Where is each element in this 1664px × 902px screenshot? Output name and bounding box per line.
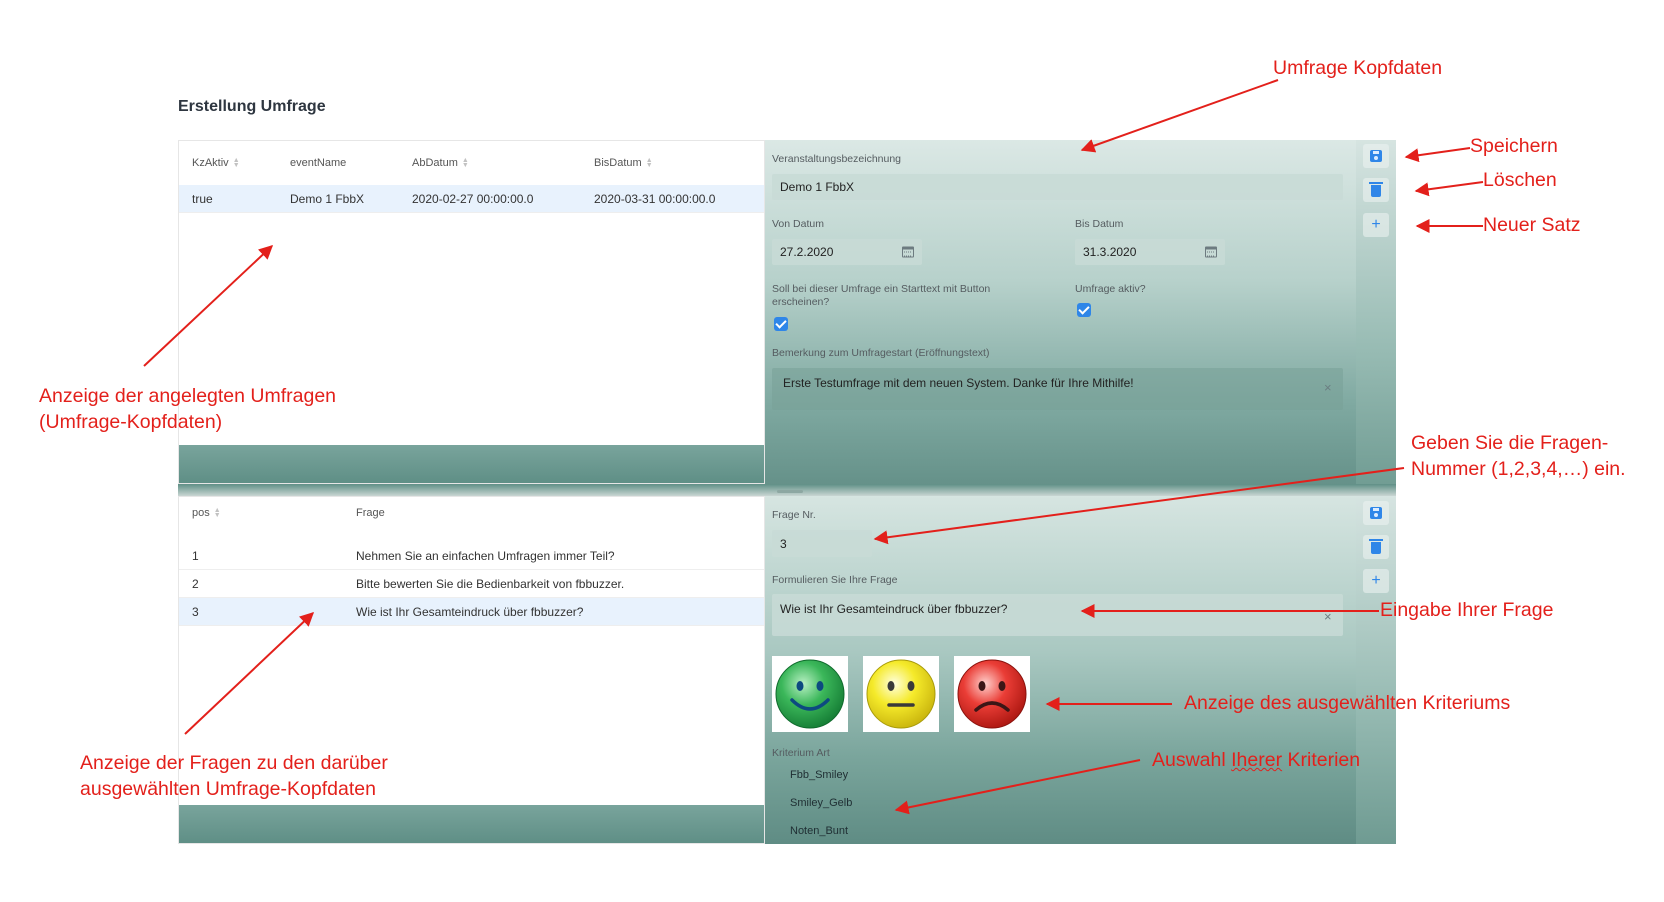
delete-button[interactable] [1363, 535, 1389, 559]
new-record-button[interactable]: + [1363, 569, 1389, 593]
cell-frage: Wie ist Ihr Gesamteindruck über fbbuzzer… [356, 604, 584, 619]
remark-textarea[interactable]: Erste Testumfrage mit dem neuen System. … [772, 368, 1343, 410]
question-nr-label: Frage Nr. [772, 509, 816, 521]
save-icon [1370, 150, 1382, 162]
page-title: Erstellung Umfrage [178, 98, 326, 115]
save-button[interactable] [1363, 144, 1389, 168]
sort-icon[interactable]: ▲ ▼ [646, 157, 653, 169]
sort-icon[interactable]: ▲ ▼ [214, 507, 221, 519]
column-header-frage[interactable]: Frage [356, 507, 385, 519]
annotation-neuer-satz: Neuer Satz [1483, 214, 1581, 236]
new-record-button[interactable]: + [1363, 213, 1389, 237]
happy-smiley-icon [772, 656, 848, 732]
screenshot-stage: Erstellung Umfrage KzAktiv ▲ ▼ eventName A… [0, 0, 1664, 902]
clear-question-icon[interactable]: × [1324, 609, 1332, 624]
question-nr-input[interactable]: 3 [772, 530, 872, 557]
neutral-smiley-icon [863, 656, 939, 732]
column-header-bisdatum[interactable]: BisDatum ▲ ▼ [594, 157, 653, 169]
criteria-option-noten-bunt[interactable]: Noten_Bunt [790, 825, 848, 837]
annotation-anzeige-umfragen: Anzeige der angelegten Umfragen (Umfrage… [39, 385, 337, 433]
question-toolbar: + [1356, 496, 1396, 844]
cell-pos: 1 [192, 548, 199, 563]
event-name-input[interactable]: Demo 1 FbbX [772, 174, 1343, 200]
plus-icon: + [1371, 216, 1381, 233]
trash-icon [1369, 539, 1383, 554]
sort-icon[interactable]: ▲ ▼ [233, 157, 240, 169]
criteria-option-smiley-gelb[interactable]: Smiley_Gelb [790, 797, 852, 809]
annotation-fragen-nummer: Geben Sie die Fragen- Nummer (1,2,3,4,…)… [1411, 432, 1626, 480]
trash-icon [1369, 182, 1383, 197]
survey-table-header: KzAktiv ▲ ▼ eventName AbDatum ▲ ▼ BisDatum ▲ ▼ [179, 157, 764, 177]
sad-smiley-icon [954, 656, 1030, 732]
table-footer [179, 805, 764, 843]
clear-remark-icon[interactable]: × [1324, 380, 1332, 395]
table-row[interactable]: 3 Wie ist Ihr Gesamteindruck über fbbuzz… [179, 598, 764, 626]
survey-toolbar: + [1356, 140, 1396, 492]
survey-form-panel: Veranstaltungsbezeichnung Demo 1 FbbX Vo… [765, 140, 1356, 492]
question-form-panel: Frage Nr. 3 Formulieren Sie Ihre Frage W… [765, 496, 1356, 844]
annotation-kopfdaten: Umfrage Kopfdaten [1273, 57, 1443, 79]
cell-bisdatum: 2020-03-31 00:00:00.0 [594, 191, 716, 206]
annotation-speichern: Speichern [1470, 135, 1558, 157]
sort-icon[interactable]: ▲ ▼ [462, 157, 469, 169]
survey-active-label: Umfrage aktiv? [1075, 283, 1146, 295]
starttext-label: Soll bei dieser Umfrage ein Starttext mi… [772, 283, 991, 308]
criteria-type-label: Kriterium Art [772, 747, 830, 759]
table-row[interactable]: 1 Nehmen Sie an einfachen Umfragen immer… [179, 542, 764, 570]
column-header-pos[interactable]: pos ▲ ▼ [192, 507, 221, 519]
table-footer [179, 445, 764, 483]
arrow-loeschen [1414, 181, 1484, 197]
splitter-handle[interactable] [777, 490, 803, 493]
annotation-anzeige-kriterium: Anzeige des ausgewählten Kriteriums [1184, 692, 1511, 714]
table-row[interactable]: true Demo 1 FbbX 2020-02-27 00:00:00.0 2… [179, 185, 764, 213]
survey-active-checkbox[interactable] [1077, 303, 1091, 317]
annotation-loeschen: Löschen [1483, 169, 1557, 191]
cell-eventname: Demo 1 FbbX [290, 191, 365, 206]
event-name-label: Veranstaltungsbezeichnung [772, 153, 902, 165]
annotation-auswahl-kriterien: Auswahl Iherer Kriterien [1152, 749, 1361, 771]
column-header-eventname[interactable]: eventName [290, 157, 346, 169]
column-header-kzaktiv[interactable]: KzAktiv ▲ ▼ [192, 157, 240, 169]
question-table-header: pos ▲ ▼ Frage [179, 507, 764, 527]
table-row[interactable]: 2 Bitte bewerten Sie die Bedienbarkeit v… [179, 570, 764, 598]
to-date-input[interactable]: 31.3.2020 [1075, 239, 1225, 265]
from-date-label: Von Datum [772, 218, 824, 230]
criteria-option-fbb-smiley[interactable]: Fbb_Smiley [790, 769, 848, 781]
cell-pos: 2 [192, 576, 199, 591]
cell-pos: 3 [192, 604, 199, 619]
to-date-label: Bis Datum [1075, 218, 1124, 230]
save-button[interactable] [1363, 501, 1389, 525]
annotation-anzeige-fragen: Anzeige der Fragen zu den darüber ausgew… [80, 752, 388, 800]
calendar-icon[interactable] [902, 246, 914, 258]
plus-icon: + [1371, 572, 1381, 589]
question-text-input[interactable]: Wie ist Ihr Gesamteindruck über fbbuzzer… [772, 594, 1343, 636]
starttext-checkbox[interactable] [774, 317, 788, 331]
save-icon [1370, 507, 1382, 519]
cell-frage: Bitte bewerten Sie die Bedienbarkeit von… [356, 576, 625, 591]
cell-abdatum: 2020-02-27 00:00:00.0 [412, 191, 534, 206]
column-header-abdatum[interactable]: AbDatum ▲ ▼ [412, 157, 469, 169]
remark-label: Bemerkung zum Umfragestart (Eröffnungste… [772, 347, 990, 359]
arrow-speichern [1404, 147, 1471, 163]
from-date-input[interactable]: 27.2.2020 [772, 239, 922, 265]
cell-frage: Nehmen Sie an einfachen Umfragen immer T… [356, 548, 615, 563]
question-text-label: Formulieren Sie Ihre Frage [772, 574, 898, 586]
cell-kzaktiv: true [192, 191, 213, 206]
calendar-icon[interactable] [1205, 246, 1217, 258]
annotation-eingabe-frage: Eingabe Ihrer Frage [1380, 599, 1554, 621]
delete-button[interactable] [1363, 178, 1389, 202]
